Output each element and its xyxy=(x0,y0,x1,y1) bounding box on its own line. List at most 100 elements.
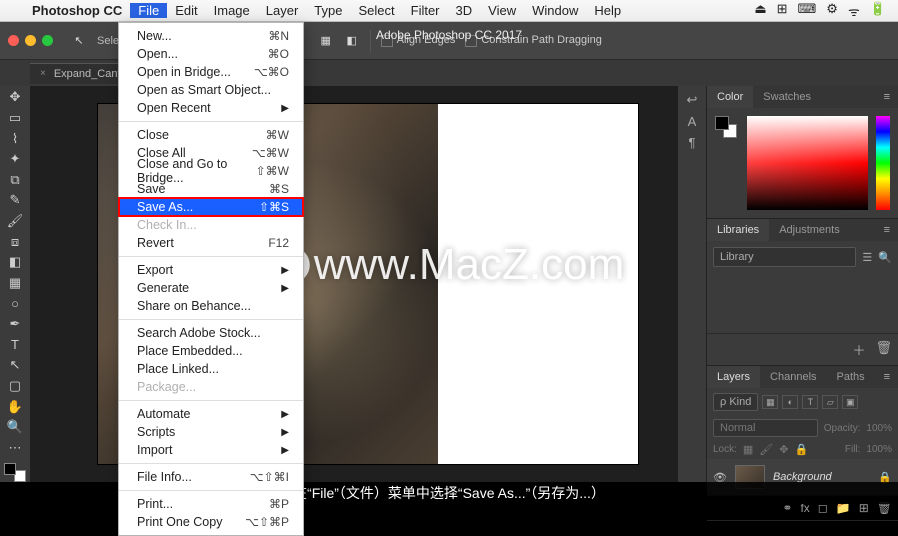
stamp-tool-icon[interactable]: ⧈ xyxy=(3,232,27,251)
character-icon[interactable]: A xyxy=(688,114,697,129)
close-tab-icon[interactable]: × xyxy=(40,68,46,79)
tab-adjustments[interactable]: Adjustments xyxy=(769,219,850,241)
filter-smart-icon[interactable]: ▣ xyxy=(842,395,858,409)
menu-window[interactable]: Window xyxy=(524,3,586,18)
filter-adjust-icon[interactable]: ◐ xyxy=(782,395,798,409)
align-center-icon[interactable]: ▦ xyxy=(318,33,334,49)
menu-item-close[interactable]: Close⌘W xyxy=(119,126,303,144)
more-tools-icon[interactable]: ⋯ xyxy=(3,439,27,458)
opacity-value[interactable]: 100% xyxy=(866,423,892,434)
panel-menu-icon[interactable]: ≡ xyxy=(876,219,898,241)
history-icon[interactable]: ↩ xyxy=(687,92,698,108)
tab-layers[interactable]: Layers xyxy=(707,366,760,388)
filter-type-icon[interactable]: T xyxy=(802,395,818,409)
menu-item-generate[interactable]: Generate▶ xyxy=(119,279,303,297)
layer-kind-dropdown[interactable]: ρ Kind xyxy=(713,393,758,411)
gradient-tool-icon[interactable]: ▦ xyxy=(3,274,27,293)
library-view-icon[interactable]: ☰ xyxy=(862,251,872,264)
traffic-lights[interactable] xyxy=(8,35,53,46)
input-icon[interactable]: ⌨ xyxy=(798,2,817,20)
menu-item-open-recent[interactable]: Open Recent▶ xyxy=(119,99,303,117)
menu-help[interactable]: Help xyxy=(586,3,629,18)
lasso-tool-icon[interactable]: ⌇ xyxy=(3,129,27,148)
menu-item-file-info[interactable]: File Info...⌥⇧⌘I xyxy=(119,468,303,486)
shape-tool-icon[interactable]: ▢ xyxy=(3,377,27,396)
menu-view[interactable]: View xyxy=(480,3,524,18)
library-dropdown[interactable]: Library xyxy=(713,247,856,267)
move-tool-icon[interactable]: ✥ xyxy=(3,88,27,107)
menu-item-place-embedded[interactable]: Place Embedded... xyxy=(119,342,303,360)
tab-channels[interactable]: Channels xyxy=(760,366,826,388)
settings-icon[interactable]: ⚙ xyxy=(826,2,838,20)
menu-item-revert[interactable]: RevertF12 xyxy=(119,234,303,252)
color-swatch-tool[interactable] xyxy=(4,463,26,482)
menu-image[interactable]: Image xyxy=(206,3,258,18)
align-edges-checkbox[interactable]: Align Edges xyxy=(381,34,456,46)
filter-shape-icon[interactable]: ▱ xyxy=(822,395,838,409)
menu-select[interactable]: Select xyxy=(350,3,402,18)
marquee-tool-icon[interactable]: ▭ xyxy=(3,109,27,128)
blur-tool-icon[interactable]: ○ xyxy=(3,294,27,313)
constrain-checkbox[interactable]: Constrain Path Dragging xyxy=(465,34,601,46)
menu-item-new[interactable]: New...⌘N xyxy=(119,27,303,45)
hand-tool-icon[interactable]: ✋ xyxy=(3,397,27,416)
lock-pos-icon[interactable]: ✥ xyxy=(779,443,788,456)
panel-menu-icon[interactable]: ≡ xyxy=(876,86,898,108)
wand-tool-icon[interactable]: ✦ xyxy=(3,150,27,169)
menu-item-open[interactable]: Open...⌘O xyxy=(119,45,303,63)
menu-item-share-on-behance[interactable]: Share on Behance... xyxy=(119,297,303,315)
delete-library-icon[interactable]: 🗑 xyxy=(875,340,892,359)
menu-filter[interactable]: Filter xyxy=(403,3,448,18)
menu-item-close-and-go-to-bridge[interactable]: Close and Go to Bridge...⇧⌘W xyxy=(119,162,303,180)
menu-item-print-one-copy[interactable]: Print One Copy⌥⇧⌘P xyxy=(119,513,303,531)
menu-item-search-adobe-stock[interactable]: Search Adobe Stock... xyxy=(119,324,303,342)
paragraph-icon[interactable]: ¶ xyxy=(689,135,696,150)
menu-item-automate[interactable]: Automate▶ xyxy=(119,405,303,423)
menu-item-scripts[interactable]: Scripts▶ xyxy=(119,423,303,441)
eyedropper-tool-icon[interactable]: ✎ xyxy=(3,191,27,210)
lock-paint-icon[interactable]: 🖌 xyxy=(759,443,773,456)
blend-mode-dropdown[interactable]: Normal xyxy=(713,419,818,437)
crop-tool-icon[interactable]: ⧉ xyxy=(3,171,27,190)
tab-color[interactable]: Color xyxy=(707,86,753,108)
menu-item-export[interactable]: Export▶ xyxy=(119,261,303,279)
eraser-tool-icon[interactable]: ◧ xyxy=(3,253,27,272)
filter-pixel-icon[interactable]: ▦ xyxy=(762,395,778,409)
type-tool-icon[interactable]: T xyxy=(3,336,27,355)
brush-tool-icon[interactable]: 🖌 xyxy=(3,212,27,231)
grid-icon[interactable]: ⊞ xyxy=(777,2,788,20)
menu-layer[interactable]: Layer xyxy=(258,3,307,18)
minimize-window-icon[interactable] xyxy=(25,35,36,46)
menu-3d[interactable]: 3D xyxy=(448,3,481,18)
menu-item-open-in-bridge[interactable]: Open in Bridge...⌥⌘O xyxy=(119,63,303,81)
zoom-tool-icon[interactable]: 🔍 xyxy=(3,418,27,437)
hue-slider[interactable] xyxy=(876,116,890,210)
tab-libraries[interactable]: Libraries xyxy=(707,219,769,241)
menu-item-place-linked[interactable]: Place Linked... xyxy=(119,360,303,378)
panel-menu-icon[interactable]: ≡ xyxy=(876,366,898,388)
close-window-icon[interactable] xyxy=(8,35,19,46)
eject-icon[interactable]: ⏏ xyxy=(754,2,766,20)
color-picker-field[interactable] xyxy=(747,116,868,210)
path-select-tool-icon[interactable]: ↖ xyxy=(71,33,87,49)
lock-trans-icon[interactable]: ▦ xyxy=(743,443,753,456)
menu-edit[interactable]: Edit xyxy=(167,3,205,18)
menu-item-open-as-smart-object[interactable]: Open as Smart Object... xyxy=(119,81,303,99)
color-swatch-pair[interactable] xyxy=(715,116,739,210)
menu-type[interactable]: Type xyxy=(306,3,350,18)
path-ops-icon[interactable]: ◧ xyxy=(344,33,360,49)
menu-item-print[interactable]: Print...⌘P xyxy=(119,495,303,513)
path-tool-icon[interactable]: ↖ xyxy=(3,356,27,375)
zoom-window-icon[interactable] xyxy=(42,35,53,46)
tab-paths[interactable]: Paths xyxy=(827,366,875,388)
pen-tool-icon[interactable]: ✒ xyxy=(3,315,27,334)
menu-item-import[interactable]: Import▶ xyxy=(119,441,303,459)
library-search-icon[interactable]: 🔍 xyxy=(878,251,892,264)
menu-file[interactable]: File xyxy=(130,3,167,18)
wifi-icon[interactable]: ᯤ xyxy=(848,2,860,20)
lock-all-icon[interactable]: 🔒 xyxy=(795,443,809,456)
add-to-library-icon[interactable]: ＋ xyxy=(852,340,865,359)
tab-swatches[interactable]: Swatches xyxy=(753,86,821,108)
app-name[interactable]: Photoshop CC xyxy=(24,3,130,18)
menu-item-save-as[interactable]: Save As...⇧⌘S xyxy=(119,198,303,216)
